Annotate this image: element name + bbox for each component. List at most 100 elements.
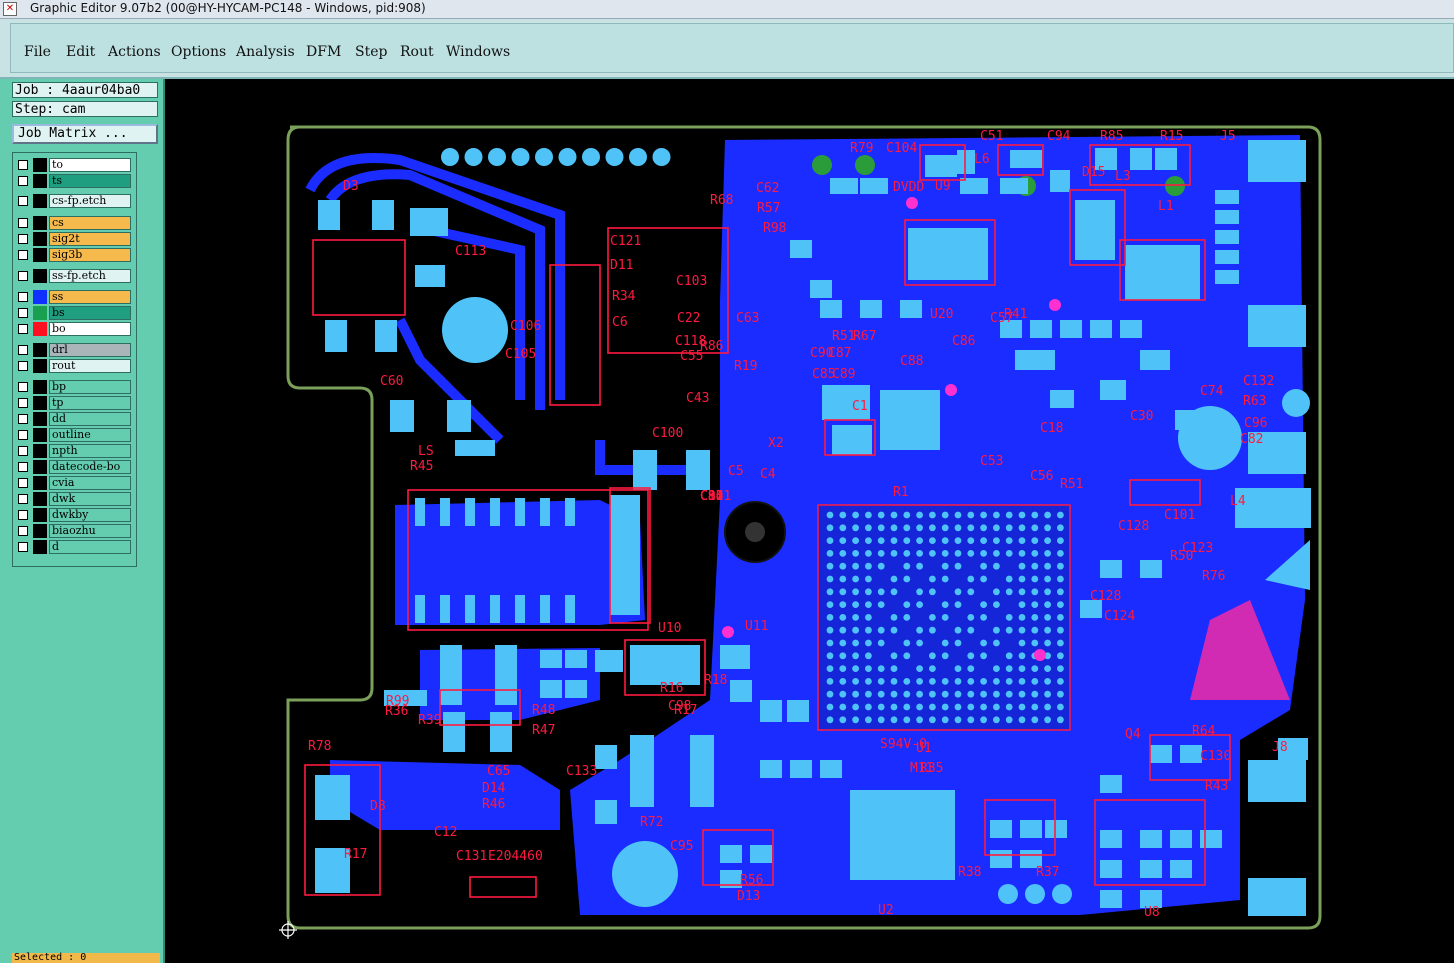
silkscreen-label: C87 [828, 346, 851, 361]
silkscreen-label: C53 [980, 454, 1003, 469]
graphics-canvas[interactable]: D3 C113 C106 C105 C60 LS R45 C100 C103 C43 C63 U10 U… [165, 79, 1454, 963]
layer-row-cs[interactable]: cs [15, 216, 133, 230]
bga-ball [839, 626, 847, 634]
layer-checkbox[interactable] [18, 324, 28, 334]
layer-row-dwkby[interactable]: dwkby [15, 508, 133, 522]
bga-ball [916, 665, 923, 672]
layer-checkbox[interactable] [18, 414, 28, 424]
layer-checkbox[interactable] [18, 430, 28, 440]
layer-checkbox[interactable] [18, 234, 28, 244]
bga-ball [903, 575, 911, 583]
bga-ball [903, 614, 911, 621]
layer-checkbox[interactable] [18, 526, 28, 536]
layer-name[interactable]: cs-fp.etch [49, 194, 131, 208]
layer-name[interactable]: sig2t [49, 232, 131, 246]
layer-row-cs-fp.etch[interactable]: cs-fp.etch [15, 194, 133, 208]
layer-row-sig3b[interactable]: sig3b [15, 248, 133, 262]
layer-checkbox[interactable] [18, 196, 28, 206]
layer-row-ss-fp.etch[interactable]: ss-fp.etch [15, 269, 133, 283]
layer-checkbox[interactable] [18, 250, 28, 260]
layer-name[interactable]: npth [49, 444, 131, 458]
layer-row-sig2t[interactable]: sig2t [15, 232, 133, 246]
smd-pad [565, 650, 587, 668]
layer-checkbox[interactable] [18, 218, 28, 228]
layer-name[interactable]: ts [49, 174, 131, 188]
bga-ball [929, 614, 936, 621]
layer-name[interactable]: bs [49, 306, 131, 320]
layer-checkbox[interactable] [18, 176, 28, 186]
layer-name[interactable]: d [49, 540, 131, 554]
layer-row-rout[interactable]: rout [15, 359, 133, 373]
layer-row-cvia[interactable]: cvia [15, 476, 133, 490]
layer-row-bo[interactable]: bo [15, 322, 133, 336]
layer-name[interactable]: biaozhu [49, 524, 131, 538]
layer-name[interactable]: dwk [49, 492, 131, 506]
layer-name[interactable]: ss-fp.etch [49, 269, 131, 283]
layer-checkbox[interactable] [18, 361, 28, 371]
bga-ball [839, 690, 847, 698]
layer-row-dd[interactable]: dd [15, 412, 133, 426]
layer-name[interactable]: tp [49, 396, 131, 410]
bga-ball [890, 716, 898, 724]
bga-ball [826, 575, 834, 583]
menu-edit[interactable]: Edit [66, 44, 95, 60]
layer-checkbox[interactable] [18, 382, 28, 392]
layer-checkbox[interactable] [18, 398, 28, 408]
layer-checkbox[interactable] [18, 308, 28, 318]
layer-checkbox[interactable] [18, 510, 28, 520]
menu-actions[interactable]: Actions [108, 44, 161, 60]
layer-name[interactable]: to [49, 158, 131, 172]
layer-row-bs[interactable]: bs [15, 306, 133, 320]
bga-ball [903, 524, 911, 532]
smd-pad [1100, 560, 1122, 578]
smd-pad [990, 820, 1012, 838]
layer-checkbox[interactable] [18, 542, 28, 552]
layer-row-bp[interactable]: bp [15, 380, 133, 394]
menu-file[interactable]: File [24, 44, 51, 60]
silkscreen-label: R72 [640, 815, 663, 830]
layer-name[interactable]: dd [49, 412, 131, 426]
layer-row-d[interactable]: d [15, 540, 133, 554]
layer-row-drl[interactable]: drl [15, 343, 133, 357]
layer-name[interactable]: sig3b [49, 248, 131, 262]
layer-name[interactable]: cvia [49, 476, 131, 490]
layer-name[interactable]: datecode-bo [49, 460, 131, 474]
menu-step[interactable]: Step [355, 44, 387, 60]
layer-name[interactable]: ss [49, 290, 131, 304]
menu-rout[interactable]: Rout [400, 44, 434, 60]
layer-name[interactable]: cs [49, 216, 131, 230]
silkscreen-label: C104 [886, 141, 917, 156]
menu-dfm[interactable]: DFM [306, 44, 341, 60]
layer-name[interactable]: bp [49, 380, 131, 394]
layer-checkbox[interactable] [18, 446, 28, 456]
layer-row-dwk[interactable]: dwk [15, 492, 133, 506]
layer-checkbox[interactable] [18, 462, 28, 472]
menu-options[interactable]: Options [171, 44, 226, 60]
bga-ball [877, 716, 885, 724]
layer-checkbox[interactable] [18, 292, 28, 302]
layer-name[interactable]: bo [49, 322, 131, 336]
pcb-view[interactable]: D3 C113 C106 C105 C60 LSR45 C100 C103 C43 C63 U10 U… [165, 79, 1454, 963]
layer-checkbox[interactable] [18, 478, 28, 488]
layer-checkbox[interactable] [18, 160, 28, 170]
layer-row-biaozhu[interactable]: biaozhu [15, 524, 133, 538]
layer-row-to[interactable]: to [15, 158, 133, 172]
layer-row-ts[interactable]: ts [15, 174, 133, 188]
smd-pad [1100, 830, 1122, 848]
layer-row-datecode-bo[interactable]: datecode-bo [15, 460, 133, 474]
layer-checkbox[interactable] [18, 494, 28, 504]
menu-windows[interactable]: Windows [446, 44, 510, 60]
layer-name[interactable]: outline [49, 428, 131, 442]
menu-analysis[interactable]: Analysis [236, 44, 295, 60]
job-matrix-button[interactable]: Job Matrix ... [12, 124, 158, 144]
layer-name[interactable]: rout [49, 359, 131, 373]
layer-row-tp[interactable]: tp [15, 396, 133, 410]
layer-row-ss[interactable]: ss [15, 290, 133, 304]
bga-ball [1057, 626, 1064, 634]
layer-checkbox[interactable] [18, 271, 28, 281]
layer-name[interactable]: dwkby [49, 508, 131, 522]
layer-row-npth[interactable]: npth [15, 444, 133, 458]
layer-checkbox[interactable] [18, 345, 28, 355]
layer-row-outline[interactable]: outline [15, 428, 133, 442]
layer-name[interactable]: drl [49, 343, 131, 357]
